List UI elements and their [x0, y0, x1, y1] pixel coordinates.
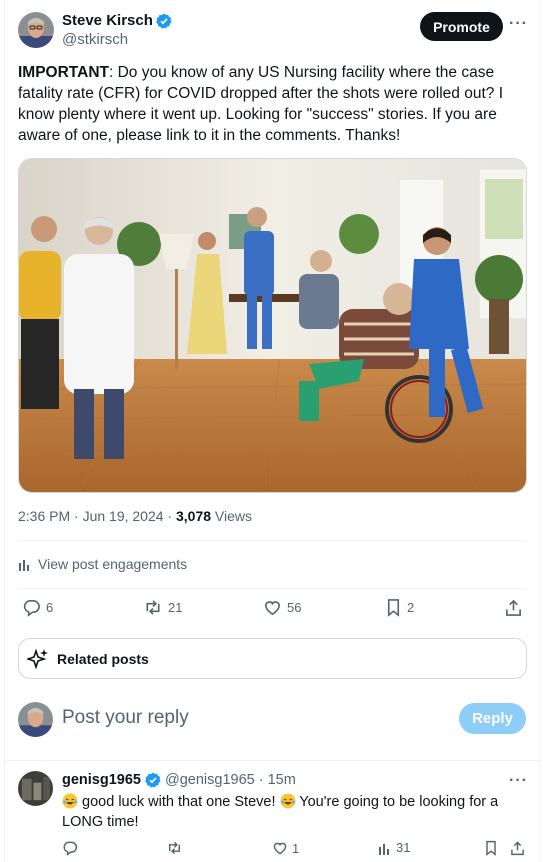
bookmark-icon [486, 840, 496, 856]
like-count: 56 [287, 600, 302, 615]
nursing-home-photo [19, 159, 526, 492]
related-posts-button[interactable]: Related posts [18, 638, 527, 679]
views-count: 3,078 [175, 508, 212, 524]
post-timestamp[interactable]: 2:36 PM · Jun 19, 2024 · [18, 508, 176, 524]
comment-like-count: 1 [292, 840, 300, 856]
more-options-icon[interactable]: ··· [509, 15, 528, 33]
heart-icon [265, 601, 280, 616]
verified-badge-icon [145, 772, 161, 788]
author-avatar[interactable] [18, 12, 54, 48]
post-text-bold: IMPORTANT [18, 64, 109, 81]
views-label: Views [211, 508, 253, 524]
reply-button[interactable]: Reply [459, 703, 526, 734]
comment-like-action[interactable]: 1 [272, 840, 299, 856]
comment-text-a: good luck with that one Steve! [78, 794, 280, 810]
reply-input[interactable]: Post your reply [62, 707, 189, 729]
comment-reply-action[interactable] [62, 840, 78, 856]
reply-count: 6 [46, 600, 54, 615]
analytics-icon [19, 560, 29, 571]
author-name-row[interactable]: Steve Kirsch [62, 12, 172, 29]
commenter-handle[interactable]: @genisg1965 [165, 772, 255, 788]
bookmark-icon [387, 599, 400, 617]
sparkle-icon [27, 647, 48, 670]
reply-icon [23, 600, 40, 617]
author-name[interactable]: Steve Kirsch [62, 12, 153, 29]
bookmark-count: 2 [407, 600, 415, 615]
comment-repost-action[interactable] [166, 840, 183, 856]
reply-icon [63, 841, 78, 856]
comment-bookmark-action[interactable] [484, 840, 498, 856]
engagements-label: View post engagements [38, 556, 188, 572]
repost-icon [168, 841, 181, 855]
comment-header: genisg1965 @genisg1965 · 15m [62, 772, 296, 788]
heart-icon [273, 842, 287, 855]
laughing-emoji-icon [62, 793, 78, 809]
post-image[interactable] [18, 158, 527, 493]
bookmark-action[interactable]: 2 [385, 598, 414, 617]
repost-count: 21 [168, 600, 183, 615]
repost-action[interactable]: 21 [143, 598, 182, 617]
promote-button[interactable]: Promote [420, 12, 503, 41]
analytics-icon [379, 843, 389, 855]
comment-share-action[interactable] [510, 840, 525, 856]
related-posts-label: Related posts [57, 650, 149, 667]
divider [4, 760, 541, 761]
share-icon [506, 599, 521, 616]
comment-time[interactable]: · 15m [259, 772, 296, 788]
share-icon [511, 841, 524, 856]
like-action[interactable]: 56 [263, 598, 301, 617]
verified-badge-icon [155, 13, 172, 29]
repost-icon [146, 600, 160, 615]
share-action[interactable] [505, 598, 522, 617]
user-avatar[interactable] [18, 702, 53, 737]
divider [18, 588, 527, 589]
comment-views-action[interactable]: 31 [378, 840, 410, 855]
comment-text: good luck with that one Steve! You're go… [62, 792, 527, 832]
comment-view-count: 31 [396, 840, 411, 855]
comment-more-icon[interactable]: ··· [509, 772, 528, 790]
commenter-name[interactable]: genisg1965 [62, 772, 141, 788]
post-text: IMPORTANT: Do you know of any US Nursing… [18, 62, 518, 146]
view-engagements-link[interactable]: View post engagements [18, 556, 187, 572]
reply-action[interactable]: 6 [22, 598, 53, 617]
laughing-emoji-icon [280, 793, 296, 809]
post-timestamp-row: 2:36 PM · Jun 19, 2024 · 3,078 Views [18, 508, 252, 524]
divider [18, 540, 527, 541]
commenter-avatar[interactable] [18, 771, 53, 806]
author-handle[interactable]: @stkirsch [62, 31, 128, 48]
